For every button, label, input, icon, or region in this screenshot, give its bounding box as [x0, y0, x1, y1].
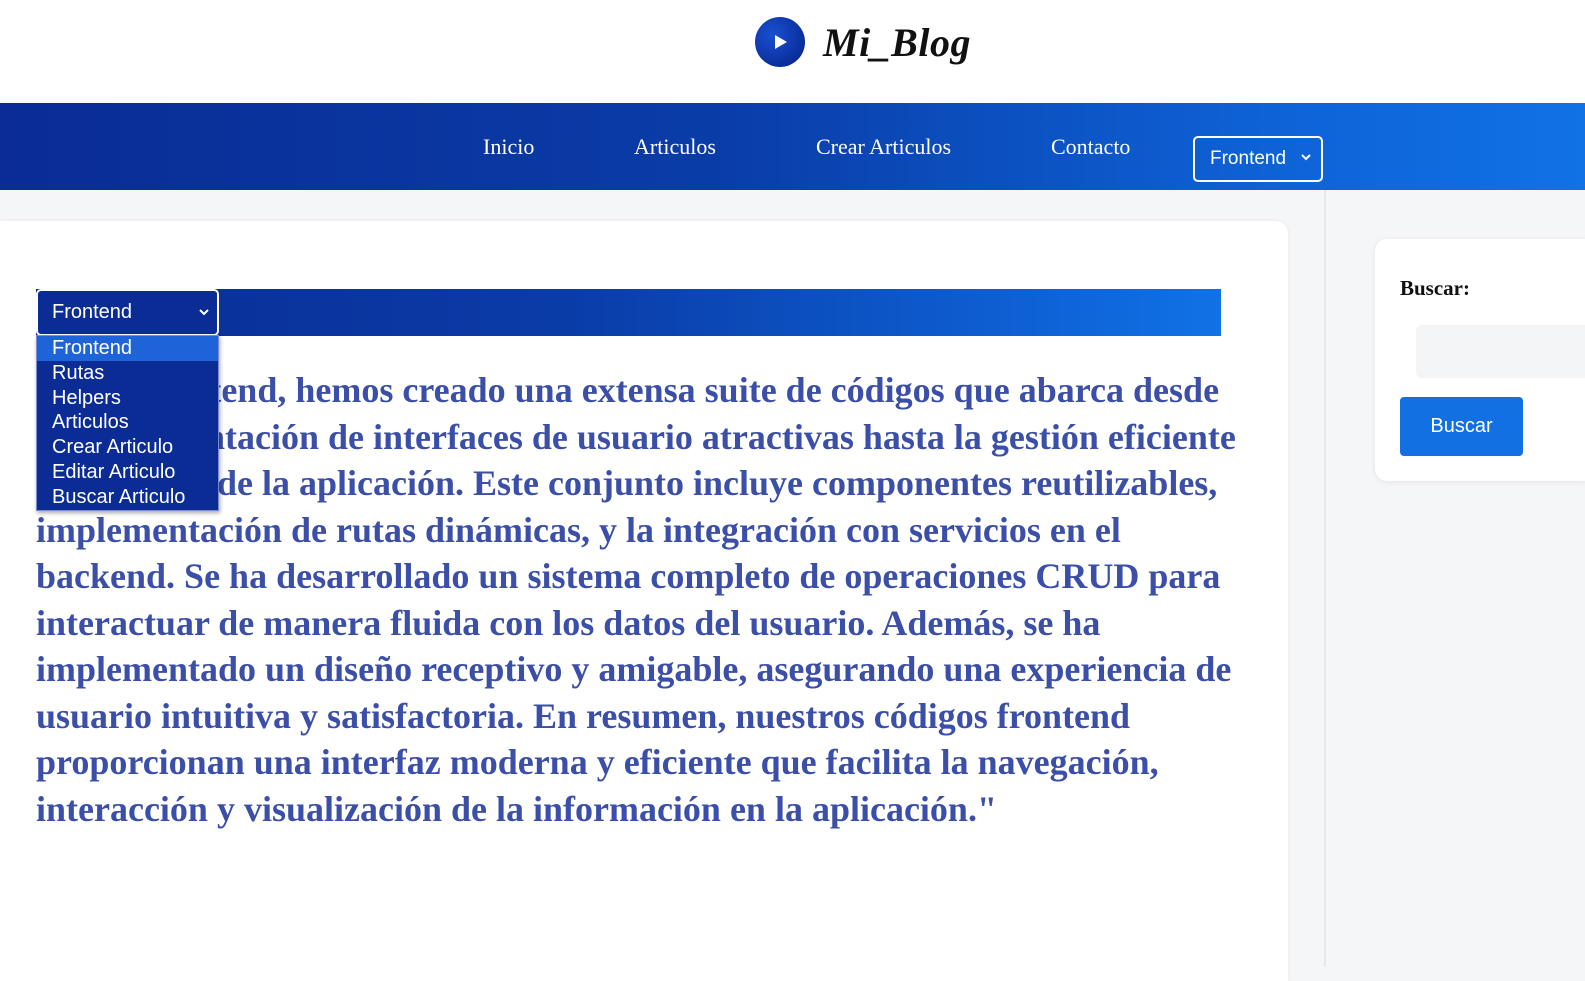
- nav-link-crear-articulos[interactable]: Crear Articulos: [816, 134, 951, 160]
- dropdown-option-articulos[interactable]: Articulos: [37, 410, 218, 435]
- brand-title: Mi_Blog: [823, 19, 971, 65]
- search-input[interactable]: [1416, 325, 1585, 378]
- chevron-down-icon: [1301, 154, 1311, 161]
- nav-link-contacto[interactable]: Contacto: [1051, 134, 1130, 160]
- nav-link-inicio[interactable]: Inicio: [483, 134, 534, 160]
- dropdown-option-crear-articulo[interactable]: Crear Articulo: [37, 435, 218, 460]
- play-circle-icon: [755, 17, 805, 67]
- nav-category-select[interactable]: Frontend: [1193, 136, 1323, 182]
- category-select[interactable]: Frontend: [36, 289, 219, 336]
- category-dropdown-list: Frontend Rutas Helpers Articulos Crear A…: [36, 335, 219, 511]
- sidebar-divider: [1324, 190, 1326, 967]
- search-label: Buscar:: [1400, 276, 1470, 300]
- play-triangle: [775, 35, 787, 49]
- search-panel: Buscar: Buscar: [1375, 239, 1585, 481]
- nav-link-articulos[interactable]: Articulos: [634, 134, 716, 160]
- chevron-down-icon: [199, 309, 209, 316]
- dropdown-option-helpers[interactable]: Helpers: [37, 386, 218, 411]
- dropdown-option-frontend[interactable]: Frontend: [37, 336, 218, 361]
- top-header: Mi_Blog: [0, 0, 1585, 103]
- nav-select-value: Frontend: [1210, 148, 1287, 169]
- main-navbar: Inicio Articulos Crear Articulos Contact…: [0, 103, 1585, 190]
- search-button[interactable]: Buscar: [1400, 397, 1523, 456]
- category-select-value: Frontend: [52, 301, 133, 323]
- dropdown-option-buscar-articulo[interactable]: Buscar Articulo: [37, 485, 218, 510]
- dropdown-option-editar-articulo[interactable]: Editar Articulo: [37, 460, 218, 485]
- brand[interactable]: Mi_Blog: [755, 16, 971, 68]
- dropdown-option-rutas[interactable]: Rutas: [37, 361, 218, 386]
